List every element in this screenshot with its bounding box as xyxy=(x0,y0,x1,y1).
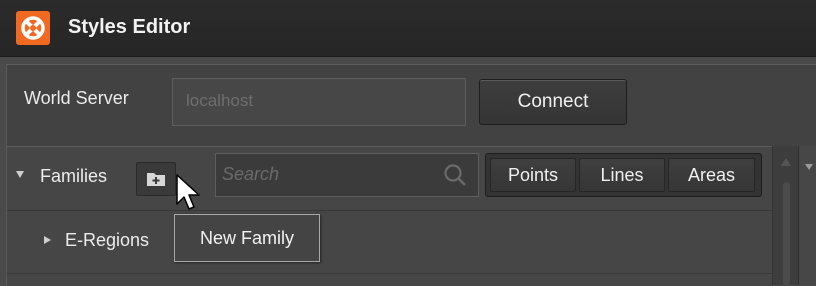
geometry-type-filter: Points Lines Areas xyxy=(485,153,762,197)
folder-add-icon xyxy=(147,173,165,186)
world-server-label: World Server xyxy=(24,88,129,108)
areas-filter-button[interactable]: Areas xyxy=(668,158,755,192)
expand-arrow-icon[interactable] xyxy=(44,236,51,244)
title-bar: Styles Editor xyxy=(0,0,816,57)
collapse-arrow-icon[interactable] xyxy=(16,171,24,178)
window-title: Styles Editor xyxy=(68,16,191,38)
search-input[interactable]: Search xyxy=(215,153,479,197)
family-tree-item[interactable]: E-Regions xyxy=(7,211,773,274)
new-family-tooltip: New Family xyxy=(174,214,320,262)
lines-filter-button[interactable]: Lines xyxy=(579,158,665,192)
world-server-input[interactable]: localhost xyxy=(172,78,466,126)
mouse-cursor-icon xyxy=(176,174,200,210)
server-panel: World Server localhost Connect xyxy=(6,64,816,147)
side-panel-edge xyxy=(798,146,816,285)
family-label[interactable]: E-Regions xyxy=(65,230,149,251)
search-icon xyxy=(444,164,466,186)
families-header: Families Search Points Lines Areas xyxy=(7,147,773,211)
families-panel: Families Search Points Lines Areas E-Reg… xyxy=(6,146,773,286)
scroll-up-icon[interactable] xyxy=(781,158,791,166)
chevron-down-icon[interactable] xyxy=(805,164,813,170)
app-logo-icon xyxy=(16,11,50,45)
search-placeholder: Search xyxy=(222,164,280,184)
scrollbar-thumb[interactable] xyxy=(783,182,790,285)
families-label[interactable]: Families xyxy=(40,166,107,187)
connect-button[interactable]: Connect xyxy=(479,79,627,125)
families-scrollbar[interactable] xyxy=(772,146,799,285)
points-filter-button[interactable]: Points xyxy=(490,158,576,192)
new-family-button[interactable] xyxy=(136,162,176,196)
